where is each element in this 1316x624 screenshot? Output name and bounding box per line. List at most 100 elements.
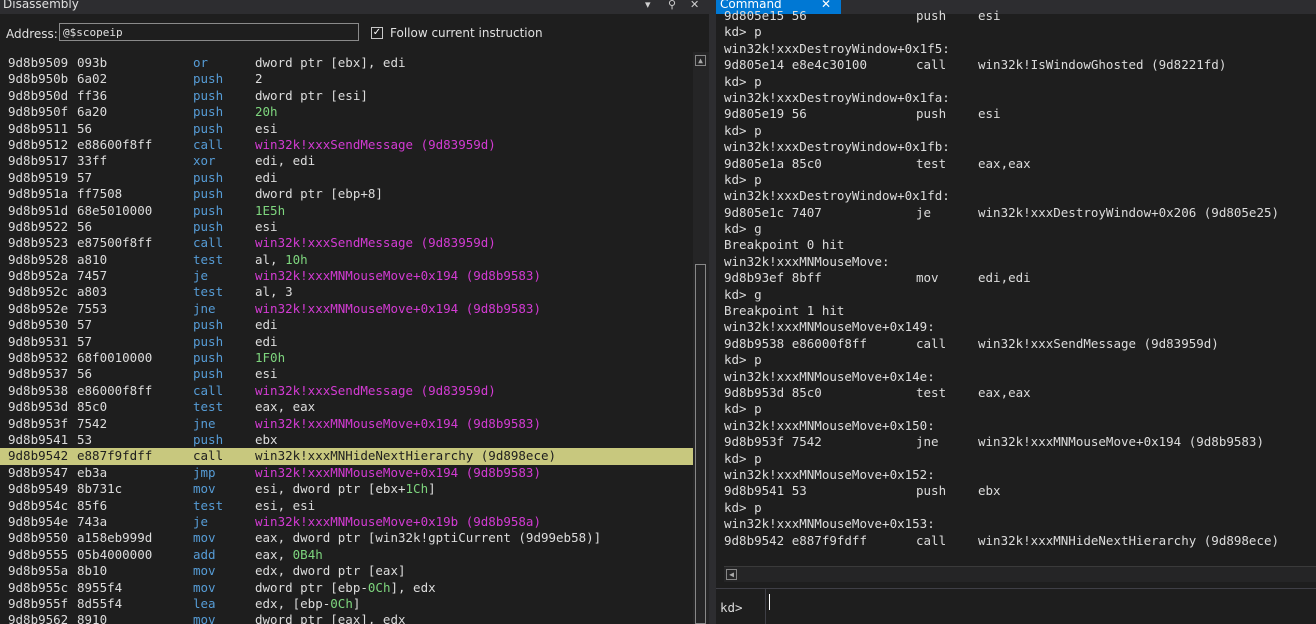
row-operands: win32k!xxxSendMessage (9d83959d) [255, 383, 496, 399]
row-bytes: ff36 [77, 87, 108, 103]
output-text: win32k!xxxMNMouseMove: [724, 253, 890, 269]
operand-segment: win32k!xxxMNMouseMove+0x19b (9d8b958a) [255, 513, 541, 529]
table-row[interactable]: 9d8b9528 a810 test al, 10h [0, 252, 693, 268]
operand-segment: dword ptr [ebx], edi [255, 55, 406, 70]
row-mnemonic: push [193, 431, 224, 447]
table-row[interactable]: 9d8b953d 85c0 test eax, eax [0, 399, 693, 415]
disassembly-listing[interactable]: 9d8b9509 093b or dword ptr [ebx], edi 9d8b95… [0, 55, 693, 624]
table-row[interactable]: 9d8b952a 7457 je win32k!xxxMNMouseMove+0x19… [0, 268, 693, 284]
row-bytes: 53 [77, 431, 93, 447]
table-row[interactable]: 9d8b9522 56 push esi [0, 219, 693, 235]
operand-segment: win32k!xxxSendMessage (9d83959d) [255, 136, 496, 152]
scroll-up-icon[interactable]: ▲ [695, 55, 706, 66]
address-input[interactable]: @$scopeip [59, 23, 359, 41]
output-line: 9d8b9542 e887f9fdff call win32k!xxxMNHideN… [724, 533, 1316, 549]
scrollbar-thumb[interactable] [695, 264, 706, 624]
table-row[interactable]: 9d8b952c a803 test al, 3 [0, 284, 693, 300]
table-row[interactable]: 9d8b9549 8b731c mov esi, dword ptr [ebx+1Ch… [0, 481, 693, 497]
row-operands: ebx [255, 432, 278, 448]
table-row[interactable]: 9d8b955c 8955f4 mov dword ptr [ebp-0Ch], ed… [0, 580, 693, 596]
output-line: Breakpoint 1 hit [724, 303, 1316, 319]
row-bytes: 05b4000000 [77, 546, 153, 562]
table-row[interactable]: 9d8b951a ff7508 push dword ptr [ebp+8] [0, 186, 693, 202]
table-row[interactable]: 9d8b9562 8910 mov dword ptr [eax], edx [0, 612, 693, 624]
table-row[interactable]: 9d8b9511 56 push esi [0, 121, 693, 137]
table-row[interactable]: 9d8b954c 85f6 test esi, esi [0, 498, 693, 514]
command-input[interactable] [769, 594, 770, 610]
row-mnemonic: or [193, 55, 209, 70]
row-address: 9d8b955f [8, 595, 69, 611]
operand-segment: esi, esi [255, 497, 316, 513]
row-mnemonic: push [193, 202, 224, 218]
operand-segment: esi [255, 120, 278, 136]
row-address: 9d8b9547 [8, 464, 69, 480]
table-row[interactable]: 9d8b9530 57 push edi [0, 317, 693, 333]
operand-segment: dword ptr [ebp- [255, 579, 368, 595]
row-address: 9d8b951a [8, 186, 69, 202]
output-mnemonic: push [916, 106, 947, 122]
command-horizontal-scrollbar[interactable]: ◀ [724, 566, 1316, 582]
table-row[interactable]: 9d8b951d 68e5010000 push 1E5h [0, 203, 693, 219]
output-text: win32k!xxxMNMouseMove+0x149: [724, 319, 935, 335]
disassembly-vertical-scrollbar[interactable]: ▲ [693, 52, 709, 624]
table-row[interactable]: 9d8b9512 e88600f8ff call win32k!xxxSendMess… [0, 137, 693, 153]
output-text: kd> p [724, 401, 762, 417]
row-operands: esi [255, 366, 278, 382]
output-address: 9d805e1c 7407 [724, 204, 822, 220]
table-row[interactable]: 9d8b9517 33ff xor edi, edi [0, 153, 693, 169]
dropdown-icon[interactable]: ▾ [645, 0, 651, 11]
command-pane: Command ✕ 9d805e15 56 push esi kd> p win32k!… [716, 0, 1316, 624]
follow-checkbox[interactable]: ✓ [371, 27, 383, 39]
table-row[interactable]: 9d8b950d ff36 push dword ptr [esi] [0, 88, 693, 104]
table-row[interactable]: 9d8b9555 05b4000000 add eax, 0B4h [0, 547, 693, 563]
operand-segment: win32k!xxxMNMouseMove+0x194 (9d8b9583) [255, 464, 541, 480]
scroll-left-icon[interactable]: ◀ [726, 569, 737, 580]
table-row[interactable]: 9d8b9550 a158eb999d mov eax, dword ptr [win… [0, 530, 693, 546]
row-mnemonic: add [193, 546, 216, 562]
pane-splitter[interactable] [709, 0, 716, 624]
current-instruction-row[interactable]: 9d8b9542 e887f9fdff call win32k!xxxMNHideNe… [0, 448, 693, 465]
operand-segment: 1E5h [255, 202, 286, 218]
output-operands: win32k!xxxDestroyWindow+0x206 (9d805e25) [978, 204, 1280, 220]
row-bytes: ff7508 [77, 186, 123, 202]
row-bytes: 85c0 [77, 399, 108, 415]
divider [765, 589, 766, 624]
operand-segment: edx, [ebp- [255, 595, 331, 611]
table-row[interactable]: 9d8b9523 e87500f8ff call win32k!xxxSendMess… [0, 235, 693, 251]
row-bytes: 85f6 [77, 497, 108, 513]
output-mnemonic: push [916, 8, 947, 23]
row-bytes: 8b10 [77, 563, 108, 579]
table-row[interactable]: 9d8b950b 6a02 push 2 [0, 71, 693, 87]
table-row[interactable]: 9d8b9519 57 push edi [0, 170, 693, 186]
table-row[interactable]: 9d8b9532 68f0010000 push 1F0h [0, 350, 693, 366]
table-row[interactable]: 9d8b954e 743a je win32k!xxxMNMouseMove+0x19… [0, 514, 693, 530]
table-row[interactable]: 9d8b952e 7553 jne win32k!xxxMNMouseMove+0x1… [0, 301, 693, 317]
follow-label[interactable]: Follow current instruction [390, 26, 543, 40]
output-line: 9d805e14 e8e4c30100 call win32k!IsWindowGh… [724, 57, 1316, 73]
row-address: 9d8b955a [8, 563, 69, 579]
table-row[interactable]: 9d8b9547 eb3a jmp win32k!xxxMNMouseMove+0x1… [0, 465, 693, 481]
row-mnemonic: call [193, 235, 224, 251]
table-row[interactable]: 9d8b953f 7542 jne win32k!xxxMNMouseMove+0x1… [0, 416, 693, 432]
pin-icon[interactable]: ⚲ [668, 0, 676, 11]
table-row[interactable]: 9d8b955f 8d55f4 lea edx, [ebp-0Ch] [0, 596, 693, 612]
row-bytes: 8910 [77, 612, 108, 624]
table-row[interactable]: 9d8b950f 6a20 push 20h [0, 104, 693, 120]
row-bytes: 7542 [77, 415, 108, 431]
table-row[interactable]: 9d8b9509 093b or dword ptr [ebx], edi [0, 55, 693, 71]
operand-segment: esi [255, 366, 278, 382]
output-text: win32k!xxxMNMouseMove+0x153: [724, 516, 935, 532]
output-line: kd> p [724, 24, 1316, 40]
table-row[interactable]: 9d8b9541 53 push ebx [0, 432, 693, 448]
row-address: 9d8b952e [8, 300, 69, 316]
close-icon[interactable]: ✕ [690, 0, 699, 11]
table-row[interactable]: 9d8b955a 8b10 mov edx, dword ptr [eax] [0, 563, 693, 579]
operand-segment: win32k!xxxMNMouseMove+0x194 (9d8b9583) [255, 300, 541, 316]
row-address: 9d8b9541 [8, 431, 69, 447]
table-row[interactable]: 9d8b9538 e86000f8ff call win32k!xxxSendMess… [0, 383, 693, 399]
output-mnemonic: mov [916, 270, 939, 286]
table-row[interactable]: 9d8b9531 57 push edi [0, 334, 693, 350]
table-row[interactable]: 9d8b9537 56 push esi [0, 366, 693, 382]
row-mnemonic: call [193, 136, 224, 152]
operand-segment: edi, edi [255, 153, 316, 169]
